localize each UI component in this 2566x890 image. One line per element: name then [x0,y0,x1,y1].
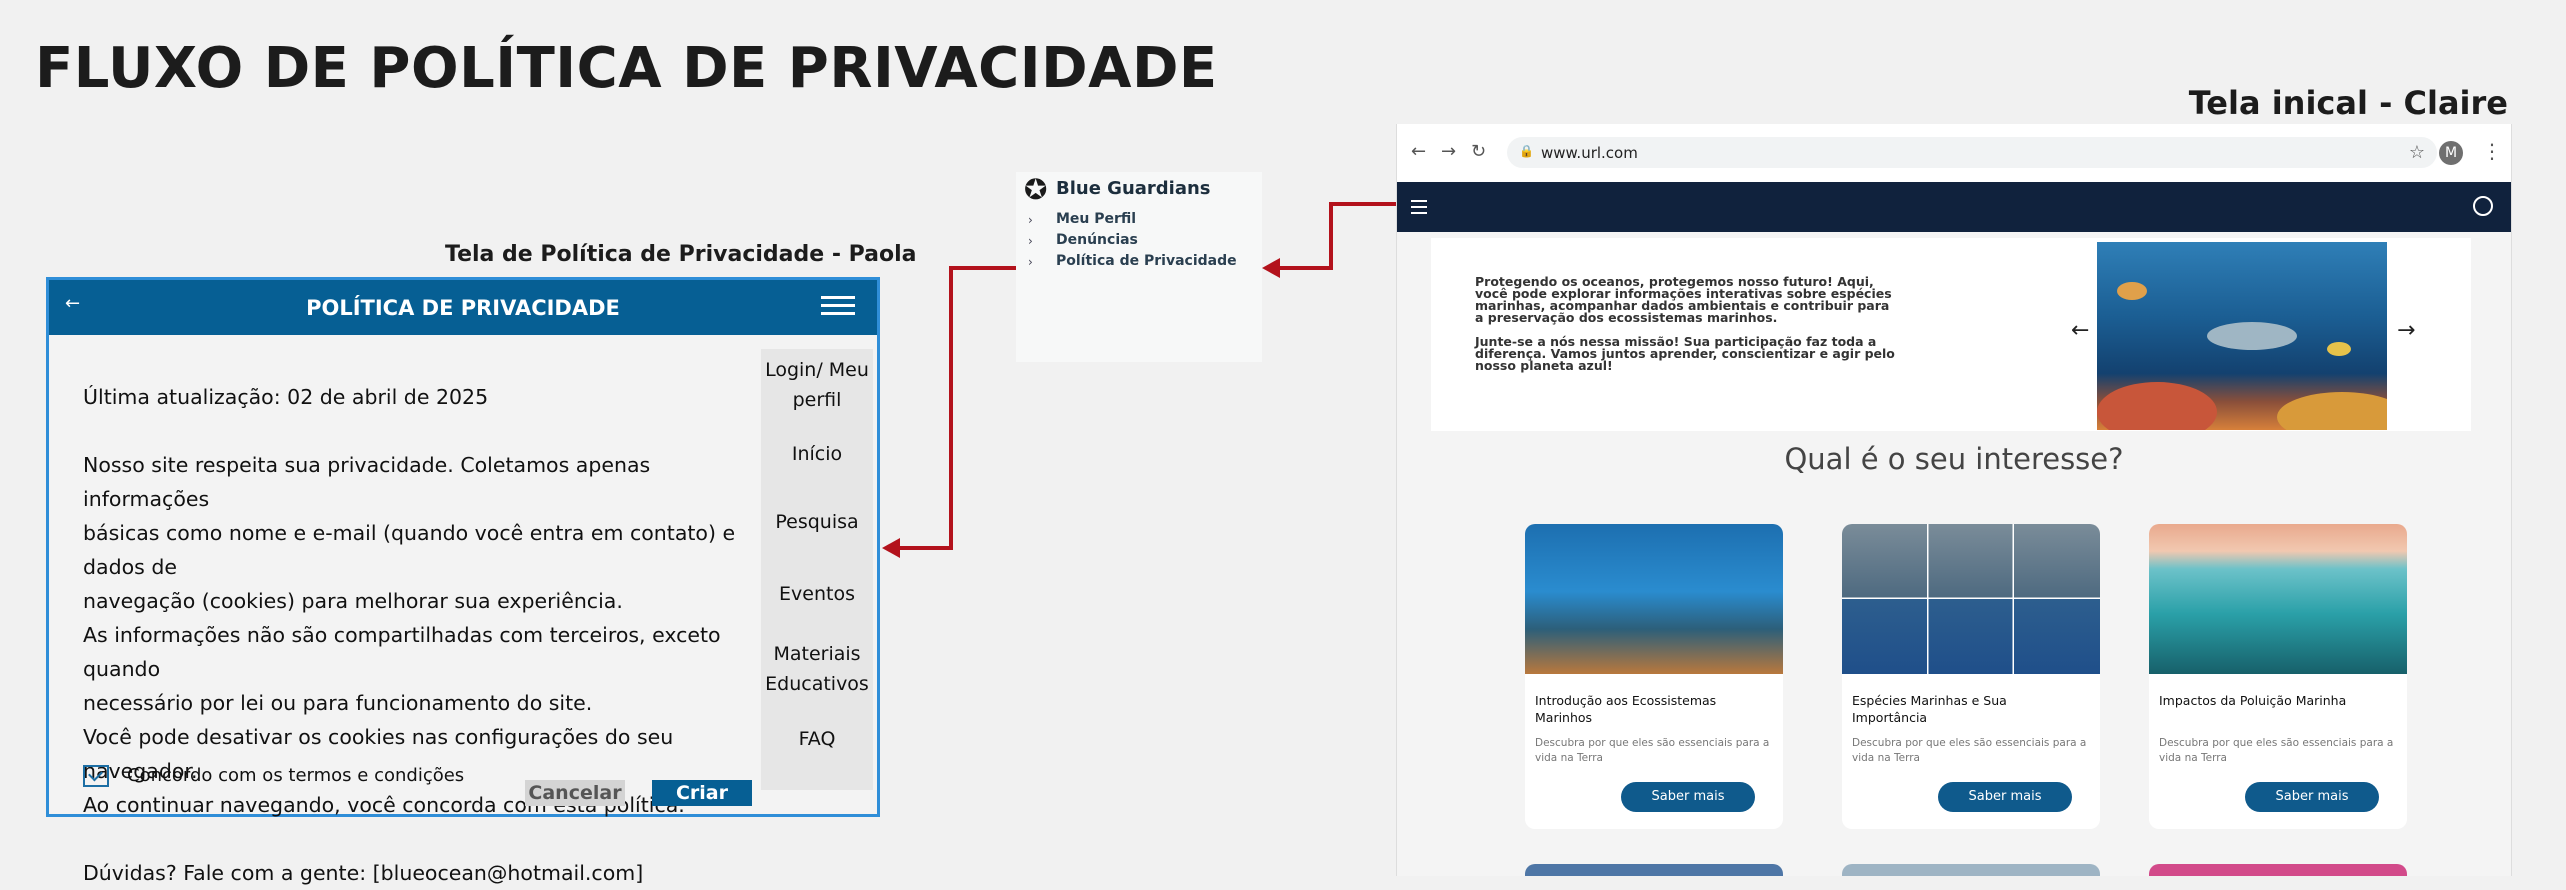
card-desc: Descubra por que eles são essenciais par… [2159,737,2394,764]
profile-avatar[interactable]: M [2439,141,2463,165]
nav-dropdown-panel: ✪ Blue Guardians › Meu Perfil › Denúncia… [1016,172,1262,362]
reload-icon[interactable]: ↻ [1471,141,1486,162]
privacy-line: navegação (cookies) para melhorar sua ex… [83,589,623,613]
privacy-header: ← POLÍTICA DE PRIVACIDADE [49,280,877,335]
arrow-head-nav [1262,258,1280,278]
topic-card-partial[interactable] [1525,864,1783,876]
side-menu: Login/ Meu perfil Início Pesquisa Evento… [761,349,873,790]
chevron-right-icon: › [1028,234,1033,248]
topic-card-partial[interactable] [2149,864,2407,876]
side-item-inicio[interactable]: Início [761,439,873,469]
arrow-nav-to-privacy [893,266,1016,550]
address-bar[interactable]: 🔒 www.url.com ☆ [1507,137,2437,168]
browser-window: ← → ↻ 🔒 www.url.com ☆ M ⋮ Protegendo os … [1396,124,2512,876]
card-title: Impactos da Poluição Marinha [2159,693,2347,708]
side-item-login[interactable]: Login/ Meu perfil [761,355,873,415]
privacy-line: As informações não são compartilhadas co… [83,623,721,681]
privacy-title: POLÍTICA DE PRIVACIDADE [306,296,620,320]
brand-name: Blue Guardians [1056,178,1211,199]
topic-card-partial[interactable] [1842,864,2100,876]
consent-row: Concordo com os termos e condições [83,765,464,787]
side-item-faq[interactable]: FAQ [761,724,873,754]
privacy-text: Última atualização: 02 de abril de 2025 … [83,380,763,890]
arrow-head-privacy [882,538,900,558]
cancel-button[interactable]: Cancelar [525,780,625,806]
topic-card-poluicao[interactable]: Impactos da Poluição Marinha Descubra po… [2149,524,2407,829]
marine-species-collage-image [1842,524,2100,674]
hero-banner: Protegendo os oceanos, protegemos nosso … [1431,238,2471,431]
carousel-next-icon[interactable]: → [2397,318,2415,343]
carousel-prev-icon[interactable]: ← [2071,318,2089,343]
create-button[interactable]: Criar [652,780,752,806]
topic-card-especies[interactable]: Espécies Marinhas e Sua Importância Desc… [1842,524,2100,829]
saber-mais-button[interactable]: Saber mais [1938,782,2072,812]
card-desc: Descubra por que eles são essenciais par… [1852,737,2087,764]
lock-icon: 🔒 [1519,144,1534,158]
consent-checkbox[interactable] [83,765,109,787]
hamburger-menu-icon[interactable] [821,296,855,316]
user-account-icon[interactable] [2473,196,2493,216]
star-logo-icon: ✪ [1024,173,1048,206]
coral-reef-image [1525,524,1783,674]
side-item-eventos[interactable]: Eventos [761,579,873,609]
privacy-policy-window: ← POLÍTICA DE PRIVACIDADE Última atualiz… [46,277,880,885]
privacy-line: básicas como nome e e-mail (quando você … [83,521,736,579]
updated-date: Última atualização: 02 de abril de 2025 [83,385,489,409]
side-item-pesquisa[interactable]: Pesquisa [761,507,873,537]
ocean-reef-image [2097,242,2387,430]
card-title: Espécies Marinhas e Sua Importância [1852,693,2007,725]
privacy-line: necessário por lei ou para funcionamento… [83,691,593,715]
contact-line: Dúvidas? Fale com a gente: [blueocean@ho… [83,861,644,885]
arrow-browser-to-nav [1272,202,1396,270]
more-options-icon[interactable]: ⋮ [2482,139,2502,163]
card-title: Introdução aos Ecossistemas Marinhos [1535,693,1717,725]
url-text: www.url.com [1541,144,1638,162]
browser-toolbar: ← → ↻ 🔒 www.url.com ☆ M ⋮ [1397,124,2511,183]
consent-label: Concordo com os termos e condições [127,765,465,786]
hero-intro-text: Protegendo os oceanos, protegemos nosso … [1475,274,1892,325]
interest-heading: Qual é o seu interesse? [1784,442,2124,476]
hamburger-menu-icon[interactable] [1411,200,1427,218]
chevron-right-icon: › [1028,213,1033,227]
hero-call-text: Junte-se a nós nessa missão! Sua partici… [1475,334,1895,373]
side-item-materiais[interactable]: Materiais Educativos [761,639,873,699]
forward-icon[interactable]: → [1441,141,1456,162]
bookmark-star-icon[interactable]: ☆ [2409,142,2425,163]
nav-item-perfil[interactable]: Meu Perfil [1056,211,1136,227]
saber-mais-button[interactable]: Saber mais [1621,782,1755,812]
saber-mais-button[interactable]: Saber mais [2245,782,2379,812]
site-navbar [1397,182,2511,232]
back-icon[interactable]: ← [1411,141,1426,162]
card-desc: Descubra por que eles são essenciais par… [1535,737,1770,764]
privacy-line: Nosso site respeita sua privacidade. Col… [83,453,651,511]
nav-item-privacidade[interactable]: Política de Privacidade [1056,253,1237,269]
topic-card-ecossistemas[interactable]: Introdução aos Ecossistemas Marinhos Des… [1525,524,1783,829]
chevron-right-icon: › [1028,255,1033,269]
ocean-pollution-image [2149,524,2407,674]
nav-item-denuncias[interactable]: Denúncias [1056,232,1138,248]
